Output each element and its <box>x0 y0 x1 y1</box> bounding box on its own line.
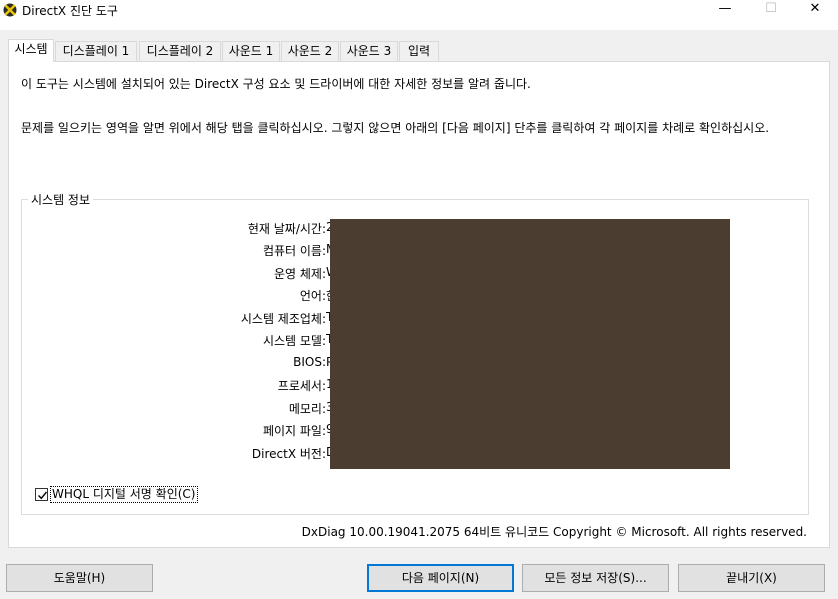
tab-sound-1[interactable]: 사운드 1 <box>222 41 280 61</box>
save-all-info-button[interactable]: 모든 정보 저장(S)... <box>522 564 669 592</box>
info-label: 언어: <box>299 289 326 303</box>
checkmark-icon <box>38 491 48 500</box>
exit-button[interactable]: 끝내기(X) <box>678 564 825 592</box>
tab-sound-2[interactable]: 사운드 2 <box>281 41 339 61</box>
window-title: DirectX 진단 도구 <box>22 4 118 18</box>
info-label: 시스템 모델: <box>262 334 326 348</box>
minimize-button[interactable]: — <box>702 0 748 22</box>
info-label: 메모리: <box>288 402 326 416</box>
tab-display-2[interactable]: 디스플레이 2 <box>139 41 221 61</box>
intro-text: 이 도구는 시스템에 설치되어 있는 DirectX 구성 요소 및 드라이버에… <box>21 77 531 91</box>
maximize-button[interactable]: ☐ <box>748 0 794 22</box>
system-tab-panel: 이 도구는 시스템에 설치되어 있는 DirectX 구성 요소 및 드라이버에… <box>8 61 830 548</box>
tab-display-1[interactable]: 디스플레이 1 <box>55 41 137 61</box>
tab-system[interactable]: 시스템 <box>8 39 54 62</box>
whql-checkbox[interactable] <box>35 488 48 501</box>
whql-checkbox-label[interactable]: WHQL 디지털 서명 확인(C) <box>50 486 198 503</box>
title-bar: DirectX 진단 도구 — ☐ ✕ <box>0 0 838 30</box>
info-label: 시스템 제조업체: <box>240 312 326 326</box>
redaction-block <box>330 219 730 469</box>
next-page-button[interactable]: 다음 페이지(N) <box>367 564 514 592</box>
info-label: DirectX 버전: <box>251 447 326 461</box>
info-label: 프로세서: <box>277 379 326 393</box>
instruction-text: 문제를 일으키는 영역을 알면 위에서 해당 탭을 클릭하십시오. 그렇지 않으… <box>21 121 770 135</box>
info-label: 컴퓨터 이름: <box>262 244 326 258</box>
tab-input[interactable]: 입력 <box>399 41 439 61</box>
info-label: 운영 체제: <box>273 267 326 281</box>
system-info-title: 시스템 정보 <box>28 191 94 208</box>
help-button[interactable]: 도움말(H) <box>6 564 153 592</box>
tab-sound-3[interactable]: 사운드 3 <box>340 41 398 61</box>
info-label: 페이지 파일: <box>262 424 326 438</box>
info-label: 현재 날짜/시간: <box>247 222 326 236</box>
close-button[interactable]: ✕ <box>792 0 838 22</box>
version-copyright-text: DxDiag 10.00.19041.2075 64비트 유니코드 Copyri… <box>301 525 807 539</box>
directx-app-icon <box>3 3 17 17</box>
system-info-group: 시스템 정보 현재 날짜/시간: 2 컴퓨터 이름: M 운영 체제: W 언어… <box>21 191 809 515</box>
info-label: BIOS: <box>293 355 326 369</box>
